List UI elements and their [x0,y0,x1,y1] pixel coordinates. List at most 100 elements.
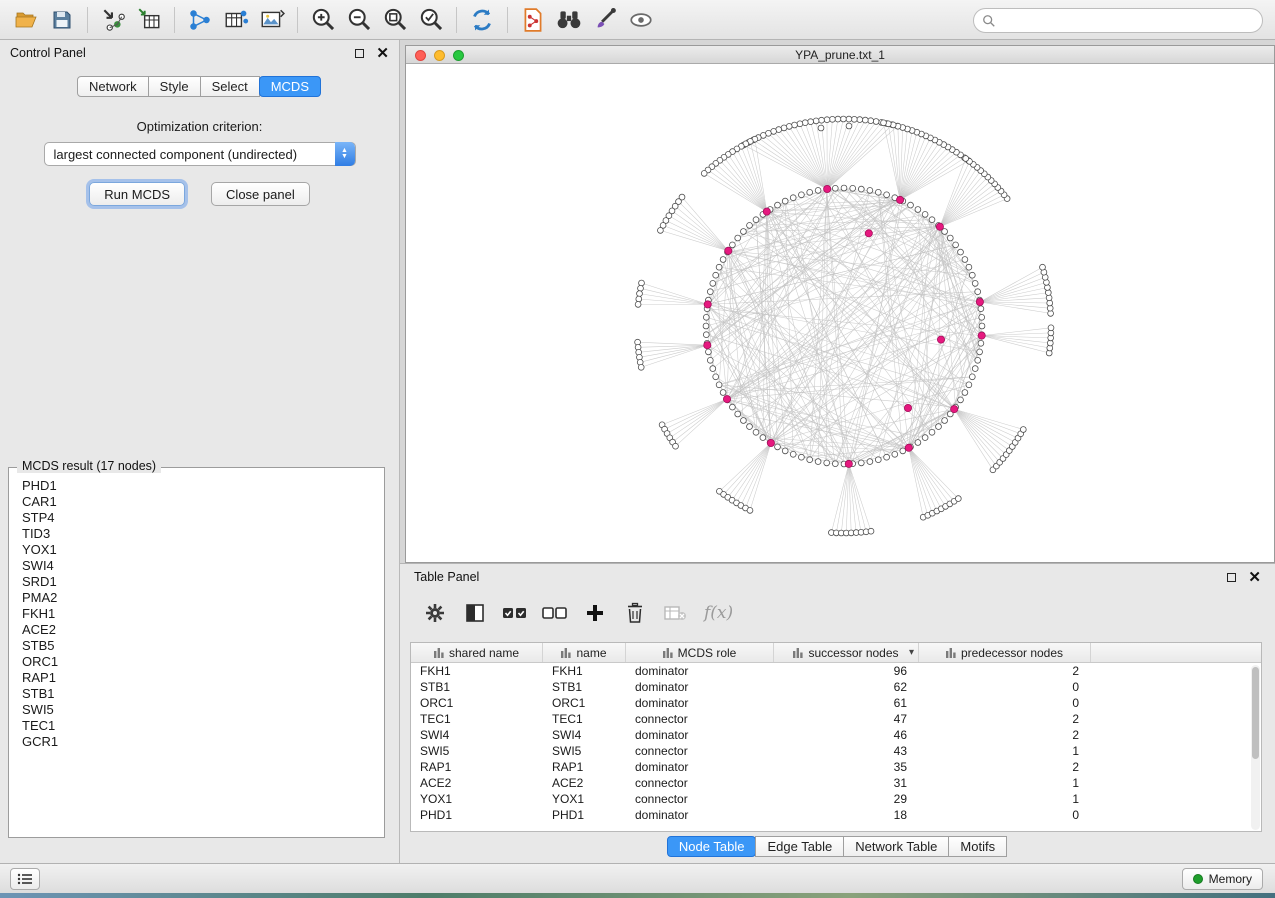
mcds-result-item[interactable]: SWI5 [22,702,384,718]
table-column-header[interactable]: name [543,643,626,662]
zoom-in-button[interactable] [307,4,339,36]
cell-shared-name: ACE2 [411,775,543,791]
control-panel-tabs: NetworkStyleSelectMCDS [0,76,399,97]
table-row[interactable]: ACE2 ACE2 connector 31 1 [411,775,1261,791]
table-column-header[interactable]: successor nodes ▾ [774,643,919,662]
network-canvas[interactable] [406,64,1274,562]
table-scrollbar-thumb[interactable] [1252,667,1259,759]
table-tab[interactable]: Edge Table [755,836,844,857]
window-zoom-icon[interactable] [453,50,464,61]
mcds-result-item[interactable]: FKH1 [22,606,384,622]
table-row[interactable]: ORC1 ORC1 dominator 61 0 [411,695,1261,711]
deselect-all-button[interactable] [538,597,572,629]
import-table-button[interactable] [133,4,165,36]
mcds-result-item[interactable]: CAR1 [22,494,384,510]
memory-button[interactable]: Memory [1182,868,1263,890]
run-mcds-button[interactable]: Run MCDS [89,182,185,206]
control-panel-tab[interactable]: MCDS [259,76,321,97]
table-row[interactable]: STB1 STB1 dominator 62 0 [411,679,1261,695]
zoom-fit-icon [382,6,409,33]
mcds-result-item[interactable]: PMA2 [22,590,384,606]
columns-icon [463,601,487,625]
show-hide-button[interactable] [625,4,657,36]
cell-shared-name: ORC1 [411,695,543,711]
open-session-button[interactable] [10,4,42,36]
function-builder-button[interactable]: f(x) [704,603,733,623]
cell-shared-name: TEC1 [411,711,543,727]
cell-shared-name: SWI4 [411,727,543,743]
mcds-result-item[interactable]: TID3 [22,526,384,542]
close-panel-icon[interactable]: ✕ [376,46,389,61]
export-network-button[interactable] [184,4,216,36]
mcds-result-item[interactable]: ORC1 [22,654,384,670]
float-panel-icon[interactable] [355,49,364,58]
export-image-button[interactable] [256,4,288,36]
cell-mcds-role: dominator [626,679,774,695]
search-input[interactable] [996,14,1254,28]
window-close-icon[interactable] [415,50,426,61]
show-columns-button[interactable] [458,597,492,629]
mcds-result-item[interactable]: STP4 [22,510,384,526]
table-column-header[interactable]: predecessor nodes [919,643,1091,662]
column-settings-button[interactable] [418,597,452,629]
mcds-result-item[interactable]: TEC1 [22,718,384,734]
cell-successor-nodes: 47 [774,711,919,727]
control-panel-tab[interactable]: Network [77,76,149,97]
mcds-result-item[interactable]: ACE2 [22,622,384,638]
sort-arrow-icon[interactable]: ▾ [909,647,914,658]
table-row[interactable]: TEC1 TEC1 connector 47 2 [411,711,1261,727]
table-tab[interactable]: Motifs [948,836,1007,857]
table-row[interactable]: RAP1 RAP1 dominator 35 2 [411,759,1261,775]
cell-filler [1091,695,1261,711]
zoom-selected-button[interactable] [415,4,447,36]
zoom-selected-icon [418,6,445,33]
import-network-button[interactable] [97,4,129,36]
close-panel-button[interactable]: Close panel [211,182,310,206]
table-options-button[interactable] [658,597,692,629]
mcds-result-item[interactable]: GCR1 [22,734,384,750]
network-window-titlebar[interactable]: YPA_prune.txt_1 [406,46,1274,64]
table-row[interactable]: SWI4 SWI4 dominator 46 2 [411,727,1261,743]
table-tab[interactable]: Network Table [843,836,949,857]
cell-predecessor-nodes: 0 [919,679,1091,695]
table-tab[interactable]: Node Table [667,836,757,857]
zoom-fit-button[interactable] [379,4,411,36]
status-menu-button[interactable] [10,868,40,890]
save-session-button[interactable] [46,4,78,36]
mcds-result-item[interactable]: SWI4 [22,558,384,574]
search-box[interactable] [973,8,1263,33]
select-all-button[interactable] [498,597,532,629]
mcds-result-item[interactable]: PHD1 [22,478,384,494]
control-panel-tab[interactable]: Select [200,76,260,97]
table-scrollbar[interactable] [1251,665,1260,830]
delete-row-button[interactable] [618,597,652,629]
float-table-panel-icon[interactable] [1227,573,1236,582]
zoom-out-button[interactable] [343,4,375,36]
mcds-result-item[interactable]: STB1 [22,686,384,702]
window-minimize-icon[interactable] [434,50,445,61]
snapshot-button[interactable] [517,4,549,36]
refresh-view-button[interactable] [466,4,498,36]
table-row[interactable]: PHD1 PHD1 dominator 18 0 [411,807,1261,823]
mcds-result-item[interactable]: STB5 [22,638,384,654]
mcds-result-item[interactable]: SRD1 [22,574,384,590]
save-icon [50,8,74,32]
control-panel-tab[interactable]: Style [148,76,201,97]
apply-style-button[interactable] [589,4,621,36]
cell-name: ACE2 [543,775,626,791]
table-row[interactable]: FKH1 FKH1 dominator 96 2 [411,663,1261,679]
add-row-button[interactable] [578,597,612,629]
mcds-result-item[interactable]: YOX1 [22,542,384,558]
find-network-button[interactable] [553,4,585,36]
mcds-result-item[interactable]: RAP1 [22,670,384,686]
table-column-header[interactable]: MCDS role [626,643,774,662]
table-row[interactable]: YOX1 YOX1 connector 29 1 [411,791,1261,807]
close-table-panel-icon[interactable]: ✕ [1248,570,1261,585]
export-table-button[interactable] [220,4,252,36]
criterion-dropdown[interactable]: largest connected component (undirected)… [44,142,356,166]
table-row[interactable]: SWI5 SWI5 connector 43 1 [411,743,1261,759]
share-network-icon [187,7,213,33]
export-image-icon [259,7,285,33]
cell-shared-name: RAP1 [411,759,543,775]
table-column-header[interactable]: shared name [411,643,543,662]
